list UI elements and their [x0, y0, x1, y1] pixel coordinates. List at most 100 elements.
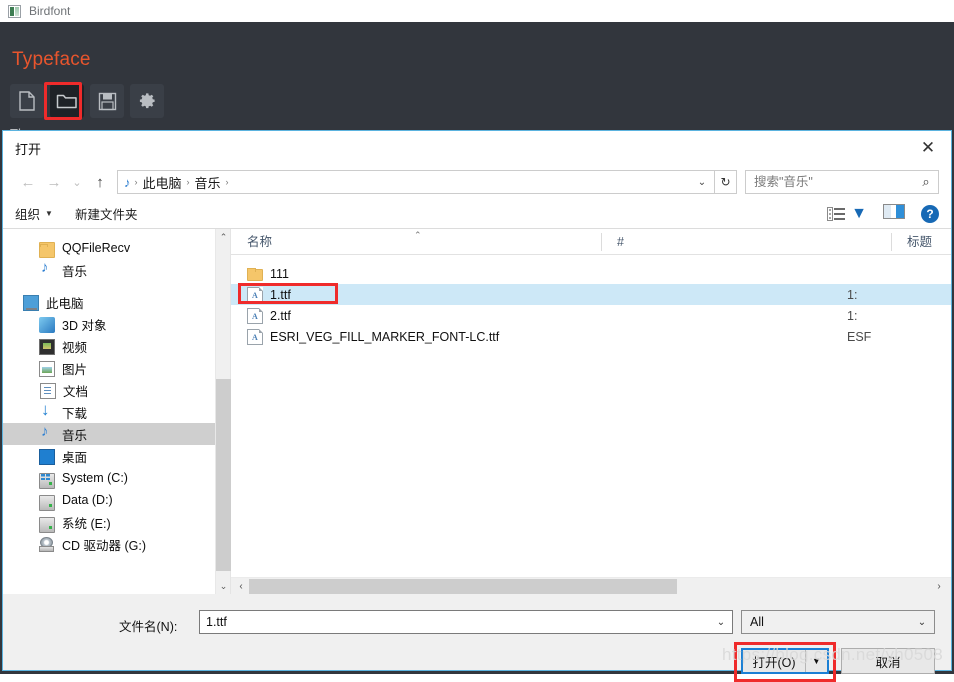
- save-button[interactable]: [90, 84, 124, 118]
- open-folder-button[interactable]: [50, 84, 84, 118]
- tree-item-data-d[interactable]: Data (D:): [3, 489, 215, 511]
- folder-tree: QQFileRecv 音乐 此电脑 3D 对象 视频: [3, 229, 215, 594]
- filename-label: 文件名(N):: [119, 620, 178, 634]
- preview-pane-button[interactable]: [883, 203, 905, 224]
- cancel-button-label: 取消: [875, 655, 901, 670]
- typeface-heading: Typeface: [12, 49, 91, 70]
- new-file-button[interactable]: [10, 84, 44, 118]
- scroll-right-icon[interactable]: ›: [931, 578, 947, 595]
- music-note-icon: [39, 423, 55, 442]
- tree-item-this-pc[interactable]: 此电脑: [3, 291, 215, 313]
- navigation-row: ← → ⌄ ↑ ♪ › 此电脑 › 音乐 › ⌄ ↻ ⌕: [3, 165, 951, 199]
- open-folder-icon: [56, 94, 77, 109]
- music-note-icon: [39, 259, 55, 278]
- chevron-down-icon: ▼: [851, 204, 867, 222]
- forward-icon[interactable]: →: [41, 170, 67, 194]
- list-horizontal-scrollbar[interactable]: ‹ ›: [231, 577, 951, 594]
- scroll-left-icon[interactable]: ‹: [233, 578, 249, 595]
- command-row: 组织 ▼ 新建文件夹 ▼ ?: [3, 199, 951, 229]
- new-file-icon: [19, 91, 35, 111]
- new-folder-button[interactable]: 新建文件夹: [75, 204, 138, 223]
- breadcrumb-item-0[interactable]: 此电脑: [139, 173, 186, 192]
- file-hash: 1:: [847, 308, 858, 323]
- tree-item-label: 音乐: [62, 264, 88, 279]
- column-header-hash[interactable]: #: [601, 229, 891, 255]
- cancel-button[interactable]: 取消: [841, 648, 935, 674]
- tree-item-3d-objects[interactable]: 3D 对象: [3, 313, 215, 335]
- chevron-down-icon[interactable]: ⌄: [692, 177, 712, 188]
- recent-locations-icon[interactable]: ⌄: [67, 170, 87, 194]
- help-icon[interactable]: ?: [921, 204, 939, 223]
- open-button-label: 打开(O): [752, 655, 796, 670]
- tree-item-label: 桌面: [62, 450, 88, 465]
- tree-item-system-e[interactable]: 系统 (E:): [3, 511, 215, 533]
- drive-icon: [39, 495, 55, 511]
- scroll-down-icon[interactable]: ⌄: [216, 578, 231, 594]
- tree-item-pictures[interactable]: 图片: [3, 357, 215, 379]
- settings-gear-icon: [139, 93, 155, 109]
- tree-item-label: CD 驱动器 (G:): [62, 538, 147, 553]
- breadcrumb-separator: ›: [225, 177, 229, 187]
- open-dropdown-arrow-icon[interactable]: ▼: [805, 650, 827, 672]
- list-view-icon: [827, 206, 846, 221]
- tree-item-cd-drive-g[interactable]: CD 驱动器 (G:): [3, 533, 215, 555]
- settings-button[interactable]: [130, 84, 164, 118]
- column-header-title[interactable]: 标题: [891, 229, 951, 255]
- filename-input[interactable]: [206, 615, 710, 629]
- file-name: 111: [270, 266, 290, 281]
- close-icon[interactable]: ✕: [913, 135, 943, 159]
- up-icon[interactable]: ↑: [87, 170, 113, 194]
- refresh-icon[interactable]: ↻: [715, 170, 737, 194]
- file-name: ESRI_VEG_FILL_MARKER_FONT-LC.ttf: [270, 329, 500, 344]
- app-titlebar: Birdfont: [0, 0, 954, 22]
- tree-item-label: Data (D:): [62, 493, 113, 507]
- folder-icon: [247, 267, 263, 281]
- scrollbar-thumb[interactable]: [249, 579, 677, 594]
- cd-drive-icon: [39, 537, 55, 553]
- dialog-titlebar: 打开 ✕: [3, 131, 951, 165]
- tree-item-videos[interactable]: 视频: [3, 335, 215, 357]
- filename-field[interactable]: ⌄: [199, 610, 733, 634]
- organize-menu[interactable]: 组织 ▼: [15, 204, 53, 223]
- tree-group-gap: [3, 281, 215, 291]
- tree-item-label: 视频: [62, 340, 88, 355]
- file-hash: 1:: [847, 287, 858, 302]
- filetype-select[interactable]: All ⌄: [741, 610, 935, 634]
- chevron-down-icon[interactable]: ⌄: [710, 617, 732, 628]
- scroll-up-icon[interactable]: ⌃: [216, 229, 231, 245]
- view-mode-button[interactable]: ▼: [827, 205, 867, 223]
- tree-vertical-scrollbar[interactable]: ⌃ ⌄: [215, 229, 231, 594]
- documents-icon: [40, 382, 56, 399]
- app-title: Birdfont: [29, 4, 71, 18]
- search-box[interactable]: ⌕: [745, 170, 939, 194]
- breadcrumb[interactable]: ♪ › 此电脑 › 音乐 › ⌄: [117, 170, 715, 194]
- view-controls: ▼ ?: [827, 203, 939, 224]
- tree-item-label: QQFileRecv: [62, 241, 131, 255]
- navigation-pane: QQFileRecv 音乐 此电脑 3D 对象 视频: [3, 229, 231, 594]
- back-icon[interactable]: ←: [15, 170, 41, 194]
- font-file-icon: [247, 286, 263, 303]
- breadcrumb-item-1[interactable]: 音乐: [191, 173, 225, 192]
- tree-item-documents[interactable]: 文档: [3, 379, 215, 401]
- column-headers: 名称 # 标题 ⌃: [231, 229, 951, 255]
- tree-item-label: System (C:): [62, 471, 128, 485]
- table-row[interactable]: 2.ttf 1:: [231, 305, 951, 326]
- tree-item-desktop[interactable]: 桌面: [3, 445, 215, 467]
- save-icon: [98, 92, 116, 110]
- drive-icon: [39, 517, 55, 533]
- open-button[interactable]: 打开(O) ▼: [741, 648, 829, 674]
- file-name: 1.ttf: [270, 287, 291, 302]
- table-row[interactable]: 111: [231, 263, 951, 284]
- tree-item-downloads[interactable]: 下载: [3, 400, 215, 423]
- tree-item-qqfilerecv[interactable]: QQFileRecv: [3, 237, 215, 259]
- search-input[interactable]: [754, 175, 918, 189]
- file-rows: 111 1.ttf 1: 2.ttf 1: ESRI_VEG_FILL_MARK…: [231, 255, 951, 577]
- chevron-down-icon: ▼: [45, 209, 53, 218]
- tree-item-music-quick[interactable]: 音乐: [3, 259, 215, 281]
- scrollbar-thumb[interactable]: [216, 379, 231, 571]
- tree-item-music[interactable]: 音乐: [3, 423, 215, 445]
- tree-item-system-c[interactable]: System (C:): [3, 467, 215, 489]
- table-row[interactable]: 1.ttf 1:: [231, 284, 951, 305]
- dialog-footer: 文件名(N): ⌄ All ⌄ 打开(O) ▼ 取消: [3, 594, 951, 682]
- table-row[interactable]: ESRI_VEG_FILL_MARKER_FONT-LC.ttf ESF: [231, 326, 951, 347]
